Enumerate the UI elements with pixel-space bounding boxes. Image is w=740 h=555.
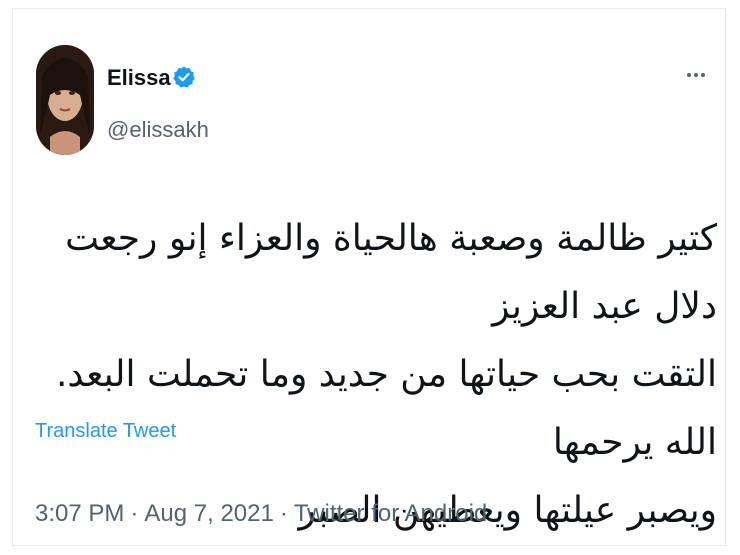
tweet-card: Elissa @elissakh كتير ظالمة وصعبة هالحيا… [12,8,726,546]
meta-separator: · [279,500,288,527]
more-dot [701,73,705,77]
author-handle[interactable]: @elissakh [107,117,209,143]
tweet-source[interactable]: Twitter for Android [294,500,487,527]
more-dot [694,73,698,77]
avatar-photo [36,45,94,155]
verified-badge-icon [173,66,195,88]
translate-tweet-link[interactable]: Translate Tweet [35,419,176,443]
tweet-date[interactable]: Aug 7, 2021 [144,500,273,527]
tweet-metadata: 3:07 PM · Aug 7, 2021 · Twitter for Android [35,499,487,529]
tweet-time[interactable]: 3:07 PM [35,500,124,527]
tweet-text: كتير ظالمة وصعبة هالحياة والعزاء إنو رجع… [55,218,717,531]
author-avatar[interactable] [36,45,94,155]
more-options-icon[interactable] [681,63,711,87]
more-dot [687,73,691,77]
author-name[interactable]: Elissa [107,65,171,91]
meta-separator: · [130,500,139,527]
